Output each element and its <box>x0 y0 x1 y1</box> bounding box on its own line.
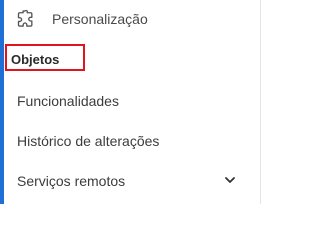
menu-item-personalizacao[interactable]: Personalização <box>4 6 258 32</box>
side-menu-panel: Personalização Objetos Funcionalidades H… <box>0 0 261 204</box>
menu-item-funcionalidades[interactable]: Funcionalidades <box>4 88 258 114</box>
menu-item-label: Personalização <box>52 11 148 27</box>
menu-item-objetos[interactable]: Objetos <box>11 52 59 67</box>
menu-item-label: Histórico de alterações <box>17 133 160 149</box>
menu-item-servicos-remotos[interactable]: Serviços remotos <box>4 168 258 194</box>
chevron-down-icon[interactable] <box>222 172 238 188</box>
menu-item-label: Funcionalidades <box>17 93 119 109</box>
menu-item-label: Serviços remotos <box>17 173 126 189</box>
panel-divider <box>260 0 261 204</box>
puzzle-icon <box>16 9 36 29</box>
menu-item-historico[interactable]: Histórico de alterações <box>4 128 258 154</box>
